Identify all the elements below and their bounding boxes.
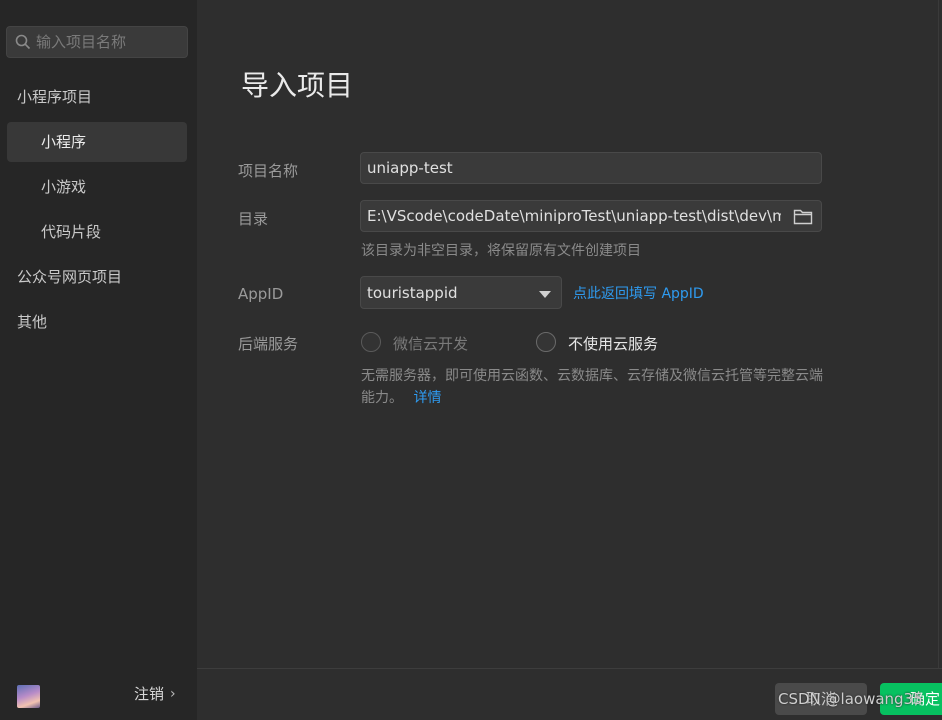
directory-label: 目录 bbox=[238, 210, 269, 228]
chevron-right-icon: › bbox=[170, 685, 176, 702]
backend-description: 无需服务器，即可使用云函数、云数据库、云存储及微信云托管等完整云端 能力。 详情 bbox=[361, 365, 831, 409]
radio-cloud-dev[interactable] bbox=[361, 332, 381, 352]
project-name-field[interactable]: uniapp-test bbox=[360, 152, 822, 184]
footer-bar: 取消 确定 bbox=[197, 668, 942, 720]
sidebar-item-official-account-web[interactable]: 公众号网页项目 bbox=[0, 257, 197, 297]
search-input[interactable] bbox=[36, 33, 176, 51]
directory-field[interactable]: E:\VScode\codeDate\miniproTest\uniapp-te… bbox=[360, 200, 822, 232]
radio-cloud-dev-label: 微信云开发 bbox=[393, 335, 469, 353]
avatar[interactable] bbox=[17, 685, 40, 708]
chevron-down-icon bbox=[539, 291, 551, 298]
appid-label: AppID bbox=[238, 285, 284, 303]
backend-service-label: 后端服务 bbox=[238, 335, 299, 353]
sidebar-item-miniprogram-project[interactable]: 小程序项目 bbox=[0, 77, 197, 117]
backend-description-text-2: 能力。 bbox=[361, 390, 403, 406]
sidebar: 小程序项目 小程序 小游戏 代码片段 公众号网页项目 其他 注销 › bbox=[0, 0, 197, 720]
sidebar-item-code-snippet[interactable]: 代码片段 bbox=[0, 212, 197, 252]
user-bar: 注销 › bbox=[0, 670, 197, 720]
sidebar-item-minigame[interactable]: 小游戏 bbox=[0, 167, 197, 207]
project-name-label: 项目名称 bbox=[238, 162, 299, 180]
cancel-button[interactable]: 取消 bbox=[775, 683, 867, 715]
scrollbar-edge bbox=[938, 0, 942, 668]
details-link[interactable]: 详情 bbox=[413, 390, 441, 406]
directory-hint: 该目录为非空目录，将保留原有文件创建项目 bbox=[361, 243, 641, 259]
radio-no-cloud[interactable] bbox=[536, 332, 556, 352]
backend-description-text: 无需服务器，即可使用云函数、云数据库、云存储及微信云托管等完整云端 bbox=[361, 368, 823, 384]
search-icon bbox=[15, 34, 31, 50]
logout-label: 注销 bbox=[134, 685, 165, 703]
logout-button[interactable]: 注销 › bbox=[134, 683, 176, 704]
appid-select[interactable]: touristappid bbox=[360, 276, 562, 309]
folder-icon[interactable] bbox=[793, 208, 813, 225]
directory-value: E:\VScode\codeDate\miniproTest\uniapp-te… bbox=[367, 207, 781, 225]
radio-no-cloud-label: 不使用云服务 bbox=[568, 335, 659, 353]
project-search-box[interactable] bbox=[6, 26, 188, 58]
import-project-panel: 导入项目 项目名称 uniapp-test 目录 E:\VScode\codeD… bbox=[197, 0, 942, 720]
page-title: 导入项目 bbox=[241, 69, 354, 102]
fill-appid-link[interactable]: 点此返回填写 AppID bbox=[573, 283, 704, 303]
sidebar-item-miniprogram[interactable]: 小程序 bbox=[7, 122, 187, 162]
project-name-value: uniapp-test bbox=[367, 159, 453, 177]
appid-selected-value: touristappid bbox=[367, 283, 458, 302]
sidebar-item-other[interactable]: 其他 bbox=[0, 302, 197, 342]
confirm-button[interactable]: 确定 bbox=[880, 683, 942, 715]
